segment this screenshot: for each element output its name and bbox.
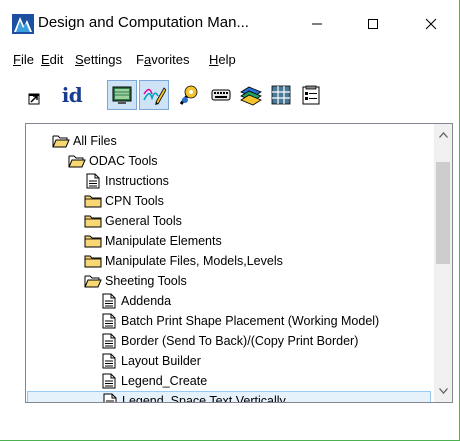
tree-item-label: Addenda	[121, 294, 172, 308]
menu-help-mnemonic: H	[209, 52, 219, 67]
menu-favorites[interactable]: Favorites	[136, 52, 189, 68]
document-icon	[103, 393, 117, 402]
close-button[interactable]	[408, 10, 454, 38]
tree-item[interactable]: Manipulate Files, Models,Levels	[84, 251, 283, 271]
tree-item[interactable]: Border (Send To Back)/(Copy Print Border…	[100, 331, 358, 351]
dcm-window: Design and Computation Man... File Edit	[0, 0, 460, 441]
tree-item[interactable]: Addenda	[100, 291, 171, 311]
properties-button[interactable]	[296, 80, 326, 110]
tree-item-label: Legend_Create	[121, 374, 208, 388]
grid-button[interactable]	[266, 80, 296, 110]
folder-open-icon	[84, 275, 102, 288]
tree-item[interactable]: Sheeting Tools	[84, 271, 187, 291]
grid-icon	[271, 85, 291, 105]
folder-open-icon	[52, 135, 70, 148]
screen-button[interactable]	[107, 80, 137, 110]
toolbar: id	[0, 74, 459, 118]
tree-item-label: Manipulate Files, Models,Levels	[105, 254, 283, 268]
tree-item-label: All Files	[73, 134, 117, 148]
vertical-scrollbar[interactable]	[434, 124, 452, 402]
tree-item-selected[interactable]: Legend_Space Text Vertically	[27, 391, 431, 402]
menu-help-rest: elp	[218, 52, 236, 67]
tree-item[interactable]: Batch Print Shape Placement (Working Mod…	[100, 311, 379, 331]
menu-edit-rest: dit	[49, 52, 64, 67]
tree-item-label: Layout Builder	[121, 354, 201, 368]
tree-item-label: Manipulate Elements	[105, 234, 222, 248]
document-icon	[102, 293, 116, 309]
tree-item-label: ODAC Tools	[89, 154, 158, 168]
folder-icon	[84, 195, 102, 208]
layers-button[interactable]	[236, 80, 266, 110]
tree-item[interactable]: Instructions	[84, 171, 169, 191]
tree-item[interactable]: Layout Builder	[100, 351, 201, 371]
title-bar[interactable]: Design and Computation Man...	[0, 0, 459, 48]
document-icon	[102, 313, 116, 329]
scroll-up-button[interactable]	[434, 126, 452, 144]
shortcut-button[interactable]	[22, 80, 52, 110]
pencil-button[interactable]	[139, 80, 169, 110]
folder-icon	[84, 215, 102, 228]
scrollbar-thumb[interactable]	[436, 162, 450, 264]
maximize-button[interactable]	[350, 10, 396, 38]
tree-view[interactable]: All Files ODAC Tools Instructions CPN Tools…	[25, 123, 453, 403]
folder-open-icon	[68, 155, 86, 168]
menu-bar: File Edit Settings Favorites Help	[0, 48, 459, 72]
layers-icon	[240, 86, 262, 106]
menu-edit-mnemonic: E	[41, 52, 50, 67]
tree-item[interactable]: General Tools	[84, 211, 182, 231]
tree-item[interactable]: CPN Tools	[84, 191, 164, 211]
document-icon	[102, 353, 116, 369]
menu-file-mnemonic: F	[13, 52, 21, 67]
tree-item[interactable]: Legend_Create	[100, 371, 207, 391]
chevron-up-icon	[438, 132, 448, 138]
menu-settings-rest: ettings	[83, 52, 122, 67]
document-icon	[102, 333, 116, 349]
maximize-icon	[368, 19, 378, 29]
tree-item[interactable]: All Files	[52, 131, 117, 151]
menu-favorites-rest: vorites	[151, 52, 190, 67]
menu-settings-mnemonic: S	[75, 52, 84, 67]
tools-icon	[179, 85, 198, 105]
id-icon: id	[61, 83, 83, 107]
tree-content: All Files ODAC Tools Instructions CPN Tools…	[26, 124, 434, 402]
tree-item-label: Legend_Space Text Vertically	[122, 394, 286, 402]
document-icon	[86, 173, 100, 189]
tree-item-label: Sheeting Tools	[105, 274, 187, 288]
close-icon	[425, 18, 437, 30]
minimize-icon	[312, 23, 322, 25]
tree-item-label: Border (Send To Back)/(Copy Print Border…	[121, 334, 359, 348]
screen-icon	[112, 86, 132, 104]
menu-file[interactable]: File	[13, 52, 34, 68]
menu-favorites-pre: F	[136, 52, 144, 67]
shortcut-icon	[28, 93, 40, 105]
folder-icon	[84, 235, 102, 248]
scroll-down-button[interactable]	[434, 382, 452, 400]
microstation-app-icon	[12, 14, 34, 34]
tools-button[interactable]	[174, 80, 204, 110]
folder-icon	[84, 255, 102, 268]
keyboard-icon	[211, 89, 231, 101]
chevron-down-icon	[438, 388, 448, 394]
tree-item-label: General Tools	[105, 214, 182, 228]
tree-item-label: Instructions	[105, 174, 169, 188]
tree-item[interactable]: ODAC Tools	[68, 151, 158, 171]
menu-file-rest: ile	[20, 52, 34, 67]
menu-help[interactable]: Help	[209, 52, 236, 68]
tree-item-label: Batch Print Shape Placement (Working Mod…	[121, 314, 380, 328]
minimize-button[interactable]	[294, 10, 340, 38]
pencil-icon	[143, 87, 166, 105]
window-title: Design and Computation Man...	[38, 14, 249, 31]
id-button[interactable]: id	[54, 80, 90, 110]
menu-settings[interactable]: Settings	[75, 52, 122, 68]
properties-icon	[302, 85, 320, 105]
menu-edit[interactable]: Edit	[41, 52, 63, 68]
document-icon	[102, 373, 116, 389]
keyboard-button[interactable]	[206, 80, 236, 110]
tree-item[interactable]: Manipulate Elements	[84, 231, 222, 251]
tree-item-label: CPN Tools	[105, 194, 164, 208]
